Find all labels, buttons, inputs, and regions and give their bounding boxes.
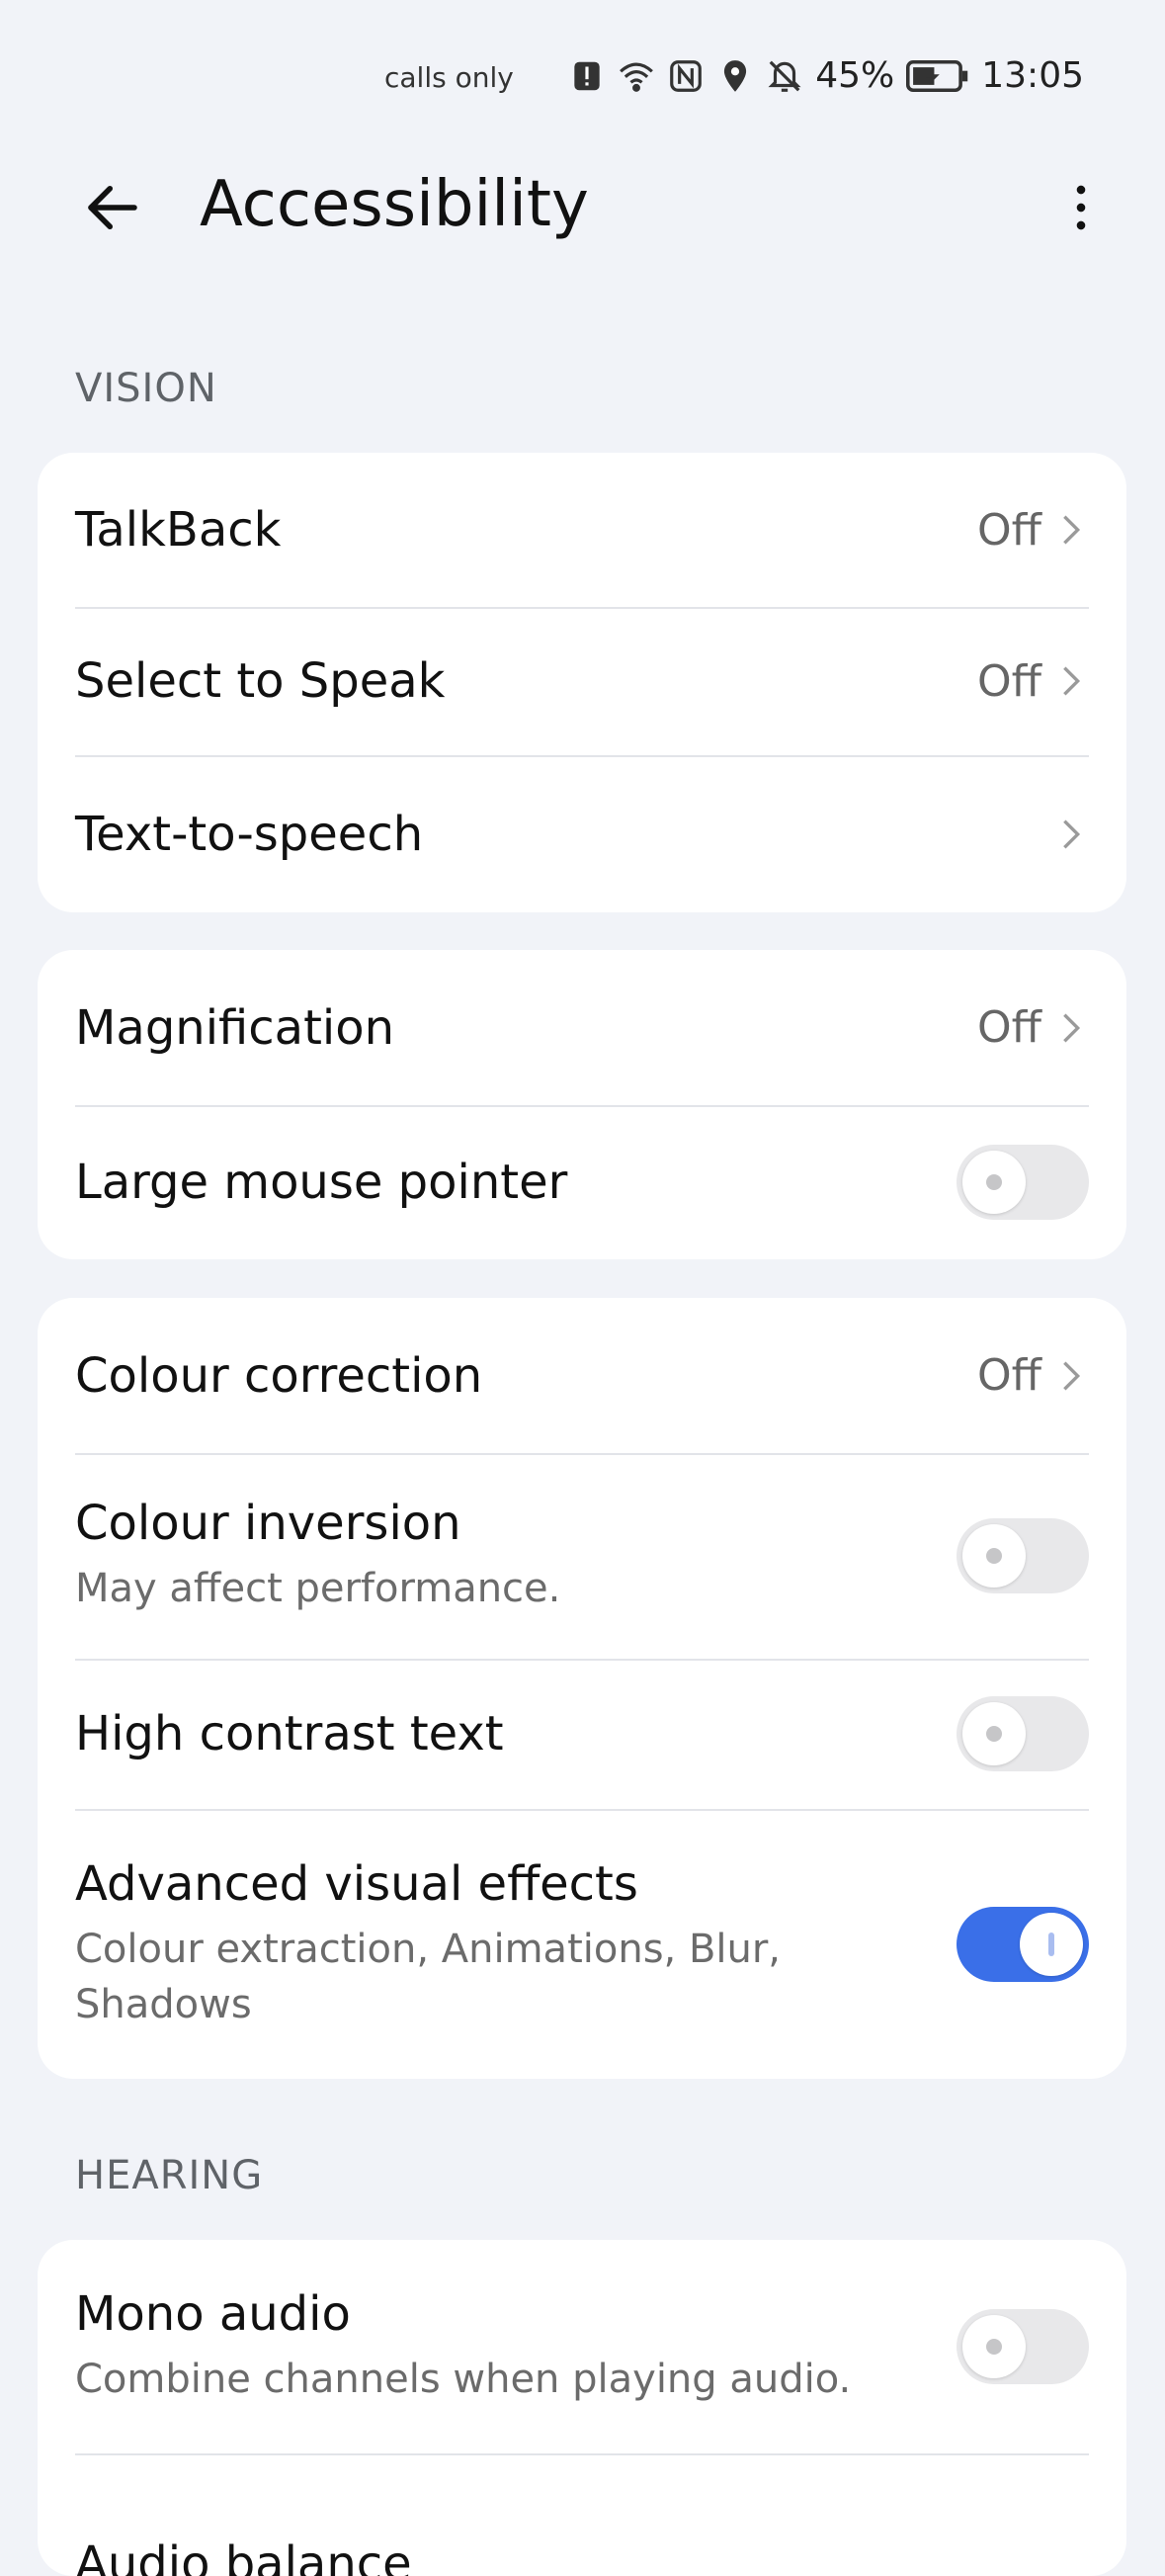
setting-row-high-contrast-text: High contrast text [38,1659,1126,1809]
chevron-right-icon [1053,1004,1089,1052]
setting-value: Off [977,655,1041,707]
setting-title: Colour inversion [75,1496,461,1551]
setting-title: Magnification [75,999,395,1056]
setting-text: Advanced visual effects Colour extractio… [75,1856,885,2032]
setting-title: Colour correction [75,1347,483,1404]
colour-inversion-toggle[interactable] [957,1518,1089,1593]
setting-row-audio-balance[interactable]: Audio balance [38,2453,1126,2576]
hearing-card-audio: Mono audio Combine channels when playing… [38,2240,1126,2576]
setting-row-talkback[interactable]: TalkBack Off [38,453,1126,607]
large-mouse-pointer-toggle[interactable] [957,1145,1089,1220]
setting-text: Colour inversion May affect performance. [75,1496,560,1616]
setting-title: High contrast text [75,1706,504,1761]
setting-subtitle: Colour extraction, Animations, Blur, Sha… [75,1926,782,2027]
setting-value-group: Off [977,1002,1089,1053]
chevron-right-icon [1053,506,1089,554]
nfc-icon [667,57,705,95]
wifi-icon [618,57,655,95]
high-contrast-text-toggle[interactable] [957,1696,1089,1771]
setting-title: Mono audio [75,2286,351,2342]
setting-row-select-to-speak[interactable]: Select to Speak Off [38,607,1126,755]
setting-title: Advanced visual effects [75,1855,638,1912]
setting-subtitle: May affect performance. [75,1566,561,1611]
setting-value: Off [977,1002,1041,1053]
section-header-hearing: HEARING [75,2153,264,2198]
setting-value-group: Off [977,656,1089,707]
vision-card-colour: Colour correction Off Colour inversion M… [38,1298,1126,2079]
chevron-right-icon [1053,657,1089,705]
battery-icon [906,57,969,95]
section-header-vision: VISION [75,366,217,411]
more-vertical-icon[interactable] [1056,168,1106,247]
status-icons: 45% 13:05 [568,55,1084,96]
silent-bell-icon [766,57,803,95]
location-icon [716,57,754,95]
chevron-right-icon [1053,811,1089,858]
setting-title: Select to Speak [75,653,446,709]
setting-row-advanced-visual-effects: Advanced visual effects Colour extractio… [38,1809,1126,2079]
toggle-knob [1020,1912,1083,1976]
setting-value-group [1053,811,1089,858]
alert-icon [568,57,606,95]
setting-title: TalkBack [75,502,282,558]
clock: 13:05 [981,55,1084,96]
vision-card-screen-readers: TalkBack Off Select to Speak Off Text-to… [38,453,1126,912]
battery-percentage: 45% [815,55,895,96]
setting-title: Text-to-speech [75,806,424,862]
setting-value: Off [977,504,1041,556]
setting-row-large-mouse-pointer: Large mouse pointer [38,1105,1126,1259]
setting-title: Large mouse pointer [75,1155,568,1210]
toggle-knob [962,2315,1026,2378]
app-bar: Accessibility [0,148,1165,267]
page-title: Accessibility [200,168,589,241]
setting-value: Off [977,1350,1041,1401]
toggle-knob [962,1524,1026,1588]
back-arrow-icon[interactable] [77,172,148,243]
advanced-visual-effects-toggle[interactable] [957,1906,1089,1982]
carrier-text: calls only [384,61,514,94]
status-bar: calls only 45% 13:05 [0,0,1165,158]
setting-row-mono-audio: Mono audio Combine channels when playing… [38,2240,1126,2453]
toggle-knob [962,1151,1026,1214]
setting-subtitle: Combine channels when playing audio. [75,2357,852,2402]
setting-row-text-to-speech[interactable]: Text-to-speech [38,755,1126,912]
mono-audio-toggle[interactable] [957,2309,1089,2384]
chevron-right-icon [1053,1352,1089,1400]
setting-text: Mono audio Combine channels when playing… [75,2286,851,2407]
setting-row-colour-correction[interactable]: Colour correction Off [38,1298,1126,1453]
setting-title: Audio balance [75,2536,412,2576]
toggle-knob [962,1702,1026,1765]
setting-value-group: Off [977,1350,1089,1401]
vision-card-magnification: Magnification Off Large mouse pointer [38,950,1126,1259]
setting-value-group: Off [977,505,1089,556]
setting-row-colour-inversion: Colour inversion May affect performance. [38,1453,1126,1659]
setting-row-magnification[interactable]: Magnification Off [38,950,1126,1105]
